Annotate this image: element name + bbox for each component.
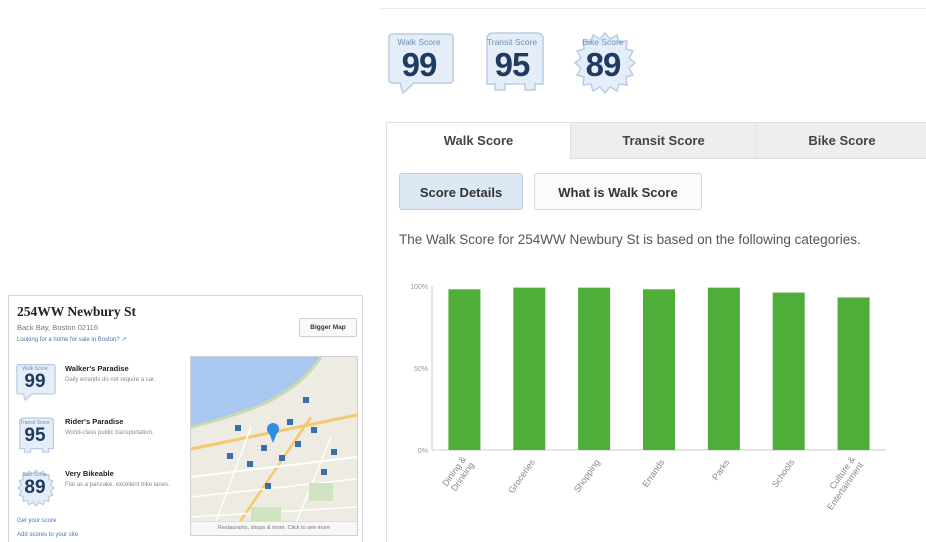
widget-bike-score: 89 bbox=[24, 477, 46, 498]
walk-score-value: 99 bbox=[401, 46, 438, 83]
get-score-link[interactable]: Get your score bbox=[17, 518, 56, 524]
map-caption: Restaurants, shops & more. Click to see … bbox=[191, 521, 357, 535]
transit-score-badge: Transit Score 95 bbox=[479, 30, 549, 96]
tab-transit-score[interactable]: Transit Score bbox=[571, 123, 757, 159]
bar-6 bbox=[772, 292, 805, 450]
what-is-walk-score-button[interactable]: What is Walk Score bbox=[534, 173, 702, 210]
widget-transit-sub: World-class public transportation. bbox=[65, 430, 154, 436]
bar-1 bbox=[448, 289, 481, 450]
top-divider bbox=[380, 8, 926, 9]
x-tick-label: Errands bbox=[640, 457, 667, 489]
bar-2 bbox=[513, 287, 546, 450]
score-description: The Walk Score for 254WW Newbury St is b… bbox=[399, 232, 861, 247]
widget-homes-link[interactable]: Looking for a home for sale in Boston? ↗ bbox=[17, 336, 126, 343]
score-details-button[interactable]: Score Details bbox=[399, 173, 523, 210]
x-tick-label: Groceries bbox=[506, 457, 537, 495]
bike-score-badge: Bike Score 89 bbox=[570, 30, 640, 96]
external-link-icon: ↗ bbox=[121, 337, 127, 343]
x-tick-label: Shopping bbox=[572, 457, 602, 494]
transit-score-value: 95 bbox=[494, 46, 531, 83]
add-scores-link[interactable]: Add scores to your site bbox=[17, 532, 78, 538]
widget-bike-sub: Flat as a pancake, excellent bike lanes. bbox=[65, 482, 170, 488]
widget-bike-heading: Very Bikeable bbox=[65, 469, 114, 478]
bigger-map-button[interactable]: Bigger Map bbox=[299, 318, 357, 337]
x-tick-label: Parks bbox=[710, 457, 732, 482]
widget-transit-badge: Transit Score 95 bbox=[15, 416, 57, 456]
walk-score-widget: 254WW Newbury St Back Bay, Boston 02116 … bbox=[8, 295, 363, 542]
widget-transit-heading: Rider's Paradise bbox=[65, 417, 124, 426]
widget-transit-score: 95 bbox=[24, 425, 46, 446]
x-tick-label: Culture &Entertainment bbox=[817, 454, 866, 512]
widget-address-title: 254WW Newbury St bbox=[17, 304, 137, 319]
widget-walk-badge: Walk Score 99 bbox=[15, 362, 57, 402]
widget-bike-badge: Bike Score 89 bbox=[15, 468, 57, 508]
widget-homes-link-text: Looking for a home for sale in Boston? bbox=[17, 337, 122, 343]
bar-5 bbox=[707, 287, 740, 450]
widget-neighborhood: Back Bay, Boston 02116 bbox=[17, 323, 99, 332]
bar-4 bbox=[643, 289, 675, 450]
walk-score-badge: Walk Score 99 bbox=[386, 30, 456, 96]
walk-score-category-chart: 100% 50% 0% Dining &Drinking Groceries Shoppi… bbox=[386, 276, 926, 542]
tab-bike-score[interactable]: Bike Score bbox=[757, 123, 926, 159]
bar-chart-svg: 100% 50% 0% Dining &Drinking Groceries Shoppi… bbox=[410, 284, 886, 512]
y-tick-label: 50% bbox=[414, 366, 428, 373]
tab-walk-score[interactable]: Walk Score bbox=[387, 123, 571, 159]
y-tick-label: 0% bbox=[418, 448, 428, 455]
y-tick-label: 100% bbox=[410, 284, 428, 291]
widget-walk-sub: Daily errands do not require a car. bbox=[65, 377, 156, 383]
bike-score-value: 89 bbox=[585, 46, 622, 83]
map-graphic bbox=[191, 357, 357, 535]
neighborhood-map[interactable]: Restaurants, shops & more. Click to see … bbox=[190, 356, 358, 536]
bar-3 bbox=[578, 287, 611, 450]
bar-7 bbox=[837, 297, 870, 450]
widget-walk-score: 99 bbox=[24, 371, 46, 392]
widget-walk-heading: Walker's Paradise bbox=[65, 364, 129, 373]
x-tick-label: Dining &Drinking bbox=[440, 455, 476, 494]
x-tick-label: Schools bbox=[770, 457, 797, 489]
